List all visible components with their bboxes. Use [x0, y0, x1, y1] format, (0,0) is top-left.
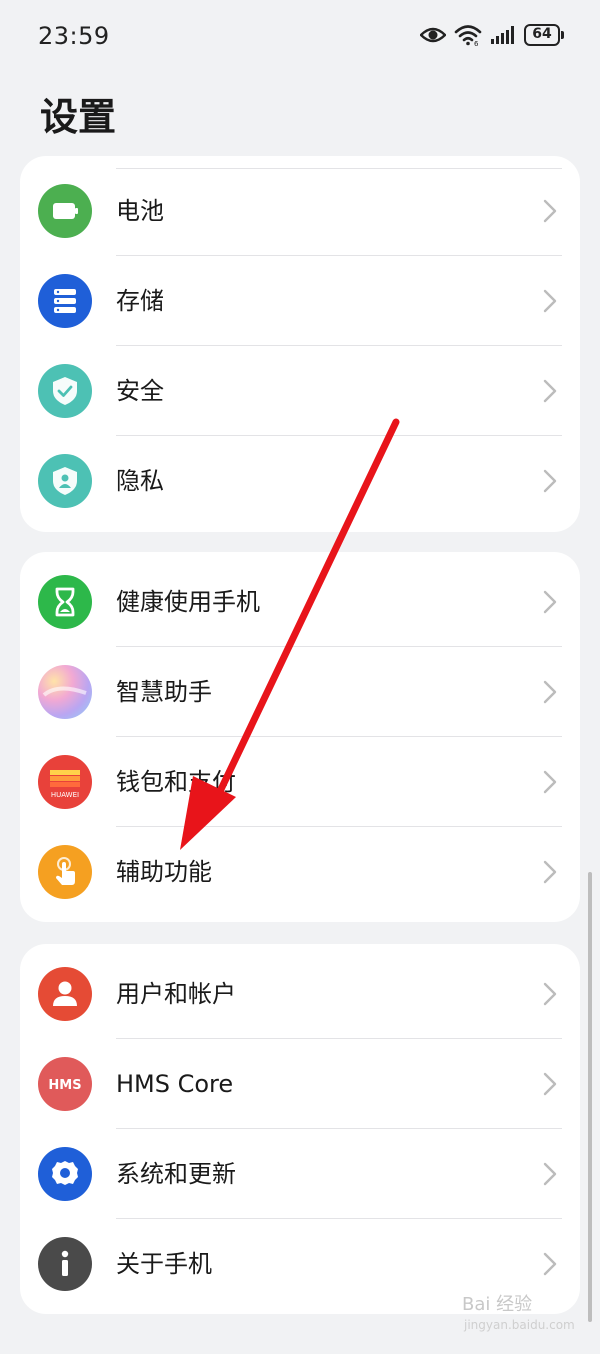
- settings-item-label: 系统和更新: [116, 1160, 236, 1188]
- settings-item-hms-core[interactable]: HMS HMS Core: [20, 1039, 580, 1129]
- chevron-right-icon: [543, 199, 557, 223]
- settings-item-accessibility[interactable]: 辅助功能: [20, 827, 580, 917]
- signal-icon: [491, 26, 514, 44]
- settings-item-security[interactable]: 安全: [20, 346, 580, 436]
- settings-group-services: 健康使用手机 智慧助手 HUAWEI 钱包和支付 辅助功能: [20, 552, 580, 922]
- storage-icon: [38, 274, 92, 328]
- settings-item-smart-assistant[interactable]: 智慧助手: [20, 647, 580, 737]
- settings-item-label: 电池: [116, 197, 164, 225]
- page-title: 设置: [40, 95, 117, 139]
- chevron-right-icon: [543, 379, 557, 403]
- scrollbar[interactable]: [588, 872, 592, 1322]
- wallet-badge-text: HUAWEI: [51, 791, 79, 799]
- chevron-right-icon: [543, 982, 557, 1006]
- user-icon: [38, 967, 92, 1021]
- settings-item-label: 辅助功能: [116, 858, 212, 886]
- chevron-right-icon: [543, 289, 557, 313]
- gear-icon: [38, 1147, 92, 1201]
- hand-tap-icon: [38, 845, 92, 899]
- settings-item-label: 隐私: [116, 467, 164, 495]
- settings-item-digital-balance[interactable]: 健康使用手机: [20, 557, 580, 647]
- hourglass-icon: [38, 575, 92, 629]
- chevron-right-icon: [543, 590, 557, 614]
- settings-item-label: 安全: [116, 377, 164, 405]
- privacy-shield-icon: [38, 454, 92, 508]
- settings-item-battery[interactable]: 电池: [20, 166, 580, 256]
- settings-item-system-update[interactable]: 系统和更新: [20, 1129, 580, 1219]
- info-icon: [38, 1237, 92, 1291]
- chevron-right-icon: [543, 1252, 557, 1276]
- status-icons: 6 64: [420, 24, 564, 46]
- battery-icon: [38, 184, 92, 238]
- battery-indicator: 64: [524, 24, 564, 46]
- chevron-right-icon: [543, 860, 557, 884]
- eye-icon: [420, 27, 446, 43]
- settings-item-label: 健康使用手机: [116, 588, 260, 616]
- settings-item-privacy[interactable]: 隐私: [20, 436, 580, 526]
- shield-check-icon: [38, 364, 92, 418]
- wallet-icon: HUAWEI: [38, 755, 92, 809]
- chevron-right-icon: [543, 770, 557, 794]
- status-time: 23:59: [38, 22, 110, 50]
- wifi-icon: 6: [454, 25, 482, 46]
- settings-item-label: 关于手机: [116, 1250, 212, 1278]
- settings-item-users[interactable]: 用户和帐户: [20, 949, 580, 1039]
- chevron-right-icon: [543, 1162, 557, 1186]
- settings-group-device: 电池 存储 安全 隐私: [20, 156, 580, 532]
- settings-item-label: 用户和帐户: [116, 980, 236, 1008]
- settings-item-label: HMS Core: [116, 1070, 234, 1098]
- settings-item-storage[interactable]: 存储: [20, 256, 580, 346]
- settings-item-label: 钱包和支付: [116, 768, 236, 796]
- hms-badge-text: HMS: [48, 1078, 81, 1093]
- chevron-right-icon: [543, 680, 557, 704]
- settings-item-label: 智慧助手: [116, 678, 212, 706]
- settings-item-label: 存储: [116, 287, 164, 315]
- chevron-right-icon: [543, 469, 557, 493]
- assistant-orb-icon: [38, 665, 92, 719]
- hms-icon: HMS: [38, 1057, 92, 1111]
- settings-item-wallet[interactable]: HUAWEI 钱包和支付: [20, 737, 580, 827]
- chevron-right-icon: [543, 1072, 557, 1096]
- watermark: Bai 经验: [462, 1294, 533, 1315]
- svg-text:6: 6: [474, 40, 479, 46]
- settings-group-system: 用户和帐户 HMS HMS Core 系统和更新 关于手机: [20, 944, 580, 1314]
- status-bar: 23:59 6 64: [0, 0, 600, 76]
- watermark-url: jingyan.baidu.com: [464, 1318, 575, 1332]
